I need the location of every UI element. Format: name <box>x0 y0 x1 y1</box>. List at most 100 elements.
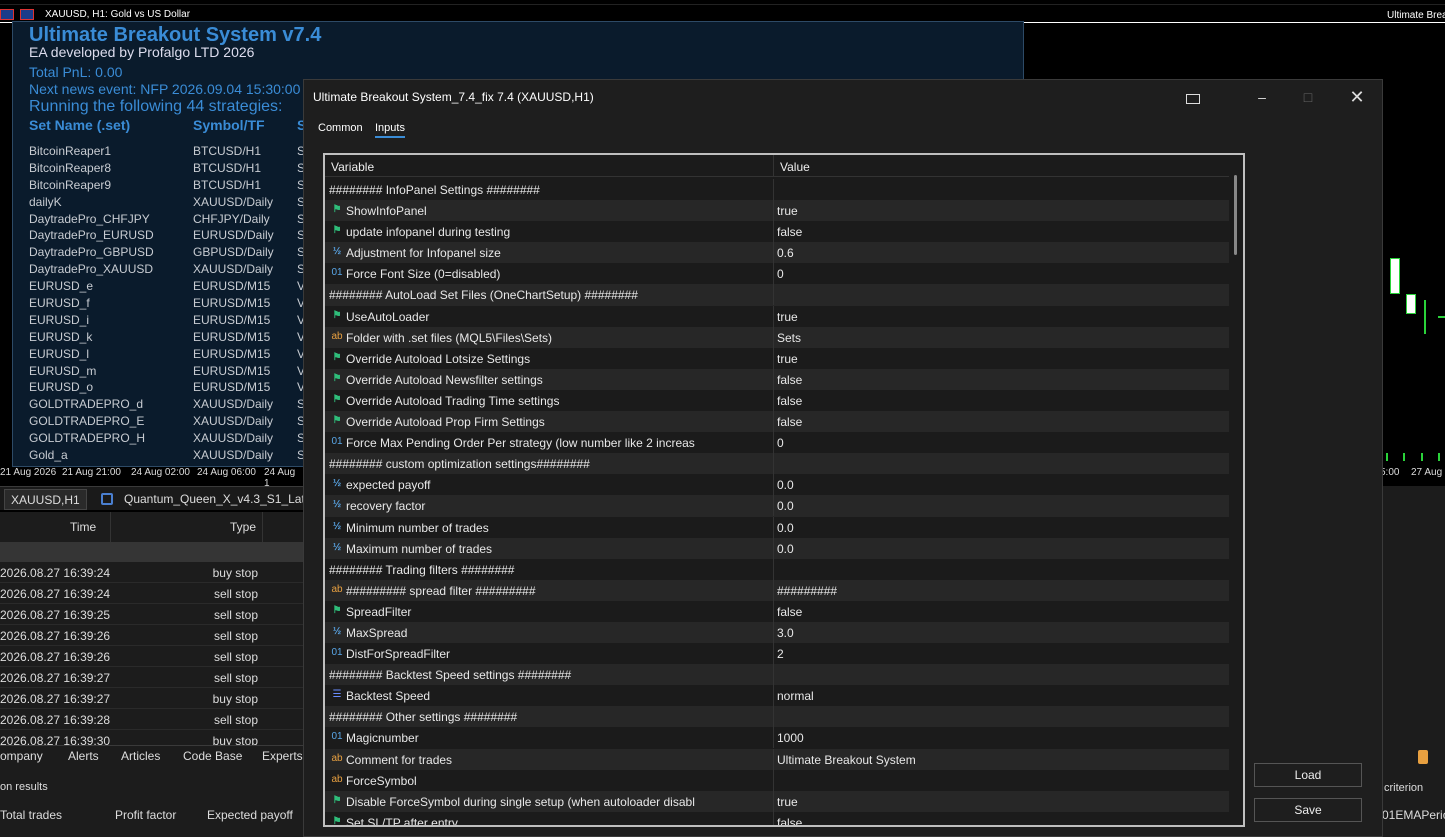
input-value[interactable]: 0.0 <box>777 499 794 513</box>
order-row[interactable]: 2026.08.27 16:39:25 sell stop <box>0 604 305 625</box>
input-value[interactable]: true <box>777 352 798 366</box>
order-row[interactable]: 2026.08.27 16:39:24 buy stop <box>0 562 305 583</box>
input-row[interactable]: 01 Force Max Pending Order Per strategy (… <box>325 432 1229 454</box>
input-value[interactable]: 0.6 <box>777 246 794 260</box>
chart-menu-icon[interactable] <box>0 9 14 20</box>
input-row[interactable]: 01 Magicnumber 1000 <box>325 727 1229 749</box>
input-value[interactable]: 2 <box>777 647 784 661</box>
snap-layout-button[interactable] <box>1170 84 1216 110</box>
input-row[interactable]: ab ######### spread filter ######### #####… <box>325 579 1229 601</box>
load-button[interactable]: Load <box>1254 763 1362 787</box>
input-row[interactable]: ½ Adjustment for Infopanel size 0.6 <box>325 242 1229 264</box>
col-divider <box>773 326 774 348</box>
minimize-button[interactable]: – <box>1239 84 1285 110</box>
chart-window-icon[interactable] <box>20 9 34 20</box>
input-value[interactable]: true <box>777 310 798 324</box>
input-value[interactable]: false <box>777 225 802 239</box>
input-row[interactable]: ½ Maximum number of trades 0.0 <box>325 537 1229 559</box>
input-row[interactable]: ⚑ Disable ForceSymbol during single setup… <box>325 790 1229 812</box>
tab-inputs[interactable]: Inputs <box>375 122 405 138</box>
input-row[interactable]: ½ expected payoff 0.0 <box>325 474 1229 496</box>
string-icon: ab <box>331 330 343 342</box>
input-row[interactable]: ½ Minimum number of trades 0.0 <box>325 516 1229 538</box>
input-row[interactable]: ab Comment for trades Ultimate Breakout Sy… <box>325 748 1229 770</box>
tab-common[interactable]: Common <box>318 122 363 134</box>
input-row[interactable]: ⚑ update infopanel during testing false <box>325 221 1229 243</box>
order-row[interactable]: 2026.08.27 16:39:26 sell stop <box>0 625 305 646</box>
input-row[interactable]: ⚑ Override Autoload Trading Time settings… <box>325 389 1229 411</box>
order-row[interactable]: 2026.08.27 16:39:27 buy stop <box>0 688 305 709</box>
input-row[interactable]: ⚑ ShowInfoPanel true <box>325 200 1229 222</box>
input-section-row[interactable]: ######## Other settings ######## <box>325 706 1229 728</box>
tab-company[interactable]: ompany <box>0 749 43 763</box>
input-value[interactable]: 3.0 <box>777 626 794 640</box>
tab-xauusd-h1[interactable]: XAUUSD,H1 <box>4 489 87 510</box>
input-row[interactable]: ½ MaxSpread 3.0 <box>325 621 1229 644</box>
order-row[interactable]: 2026.08.27 16:39:27 sell stop <box>0 667 305 688</box>
input-value[interactable]: 1000 <box>777 731 804 745</box>
input-row[interactable]: ab Folder with .set files (MQL5\Files\Set… <box>325 326 1229 348</box>
input-value[interactable]: 0.0 <box>777 478 794 492</box>
order-time: 2026.08.27 16:39:26 <box>0 629 111 643</box>
input-row[interactable]: ☰ Backtest Speed normal <box>325 685 1229 707</box>
terminal-subheader <box>0 542 305 562</box>
input-value[interactable]: ######### <box>777 584 837 598</box>
input-value[interactable]: false <box>777 415 802 429</box>
volume-bars <box>1383 451 1445 461</box>
input-value[interactable]: false <box>777 394 802 408</box>
input-value[interactable]: false <box>777 816 802 825</box>
col-divider <box>110 512 111 542</box>
order-row[interactable]: 2026.08.27 16:39:26 sell stop <box>0 646 305 667</box>
bag-icon[interactable] <box>1418 750 1428 764</box>
tab-quantum-queen[interactable]: Quantum_Queen_X_v4.3_S1_Late <box>118 489 317 510</box>
input-row[interactable]: ⚑ Override Autoload Newsfilter settings fa… <box>325 368 1229 390</box>
input-value[interactable]: false <box>777 373 802 387</box>
input-row[interactable]: 01 DistForSpreadFilter 2 <box>325 643 1229 665</box>
input-value[interactable]: true <box>777 795 798 809</box>
input-value[interactable]: 0.0 <box>777 521 794 535</box>
grid-scrollbar[interactable] <box>1234 175 1237 255</box>
input-section-row[interactable]: ######## InfoPanel Settings ######## <box>325 179 1229 200</box>
input-value[interactable]: 0 <box>777 436 784 450</box>
input-row[interactable]: ⚑ Set SL/TP after entry false <box>325 811 1229 827</box>
input-value[interactable]: 0 <box>777 267 784 281</box>
maximize-button[interactable]: □ <box>1285 84 1331 110</box>
strategy-name: EURUSD_k <box>29 329 93 344</box>
col-time[interactable]: Time <box>70 520 96 534</box>
input-row[interactable]: ⚑ Override Autoload Lotsize Settings true <box>325 347 1229 369</box>
tab-experts[interactable]: Experts <box>262 749 303 763</box>
input-value[interactable]: Sets <box>777 331 801 345</box>
col-variable[interactable]: Variable <box>331 160 374 174</box>
col-divider <box>773 621 774 643</box>
input-row[interactable]: ⚑ Override Autoload Prop Firm Settings fal… <box>325 411 1229 433</box>
input-row[interactable]: 01 Force Font Size (0=disabled) 0 <box>325 263 1229 285</box>
save-button[interactable]: Save <box>1254 798 1362 822</box>
input-section-row[interactable]: ######## Trading filters ######## <box>325 558 1229 580</box>
order-time: 2026.08.27 16:39:24 <box>0 587 111 601</box>
input-value[interactable]: true <box>777 204 798 218</box>
tab-code-base[interactable]: Code Base <box>183 749 242 763</box>
input-section-row[interactable]: ######## custom optimization settings###… <box>325 453 1229 475</box>
order-row[interactable]: 2026.08.27 16:39:24 sell stop <box>0 583 305 604</box>
order-type: sell stop <box>213 671 258 685</box>
input-row[interactable]: ⚑ UseAutoLoader true <box>325 305 1229 327</box>
col-value[interactable]: Value <box>780 160 810 174</box>
input-section-row[interactable]: ######## AutoLoad Set Files (OneChartSet… <box>325 284 1229 306</box>
input-section-row[interactable]: ######## Backtest Speed settings #######… <box>325 664 1229 686</box>
input-value[interactable]: false <box>777 605 802 619</box>
input-row[interactable]: ½ recovery factor 0.0 <box>325 495 1229 517</box>
col-expected-payoff[interactable]: Expected payoff <box>207 808 293 822</box>
col-type[interactable]: Type <box>230 520 256 534</box>
input-row[interactable]: ab ForceSymbol <box>325 769 1229 791</box>
input-value[interactable]: Ultimate Breakout System <box>777 753 916 767</box>
input-variable: Set SL/TP after entry <box>346 815 458 827</box>
col-total-trades[interactable]: Total trades <box>0 808 62 822</box>
input-value[interactable]: 0.0 <box>777 542 794 556</box>
input-value[interactable]: normal <box>777 689 814 703</box>
tab-articles[interactable]: Articles <box>121 749 160 763</box>
input-row[interactable]: ⚑ SpreadFilter false <box>325 600 1229 622</box>
close-button[interactable]: ✕ <box>1334 84 1380 110</box>
col-profit-factor[interactable]: Profit factor <box>115 808 176 822</box>
order-row[interactable]: 2026.08.27 16:39:28 sell stop <box>0 709 305 730</box>
tab-alerts[interactable]: Alerts <box>68 749 99 763</box>
